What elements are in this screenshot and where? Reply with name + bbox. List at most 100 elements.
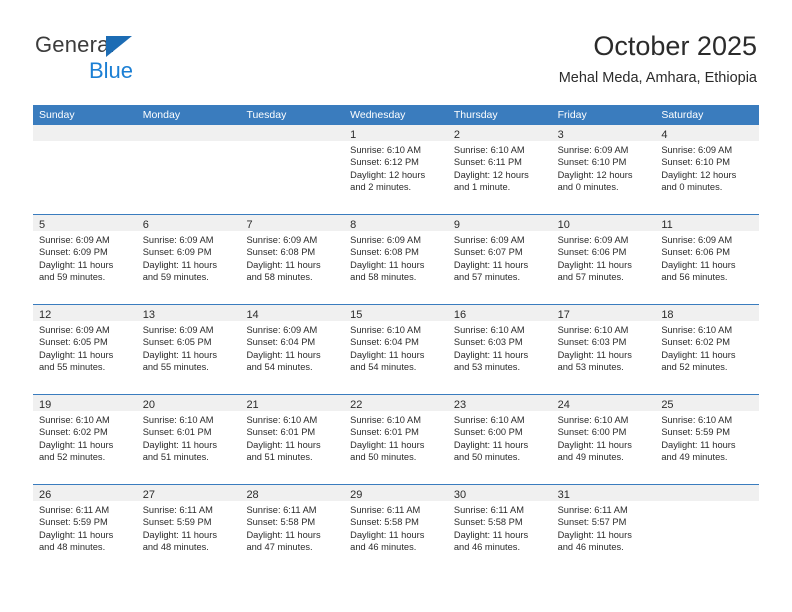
day-number-band: 13 (136, 305, 241, 321)
calendar-weeks: 1 Sunrise: 6:10 AM Sunset: 6:12 PM Daylight… (33, 125, 760, 574)
daylight-text: Daylight: 11 hours (142, 439, 217, 450)
day-number: 30 (453, 489, 467, 501)
day-detail-text: Sunrise: 6:09 AM Sunset: 6:09 PM Daylight:… (33, 231, 137, 284)
day-cell-empty (136, 125, 241, 214)
daylight-text-cont: and 59 minutes. (39, 272, 106, 283)
day-number-band: 6 (136, 215, 241, 231)
sunrise-text: Sunrise: 6:11 AM (39, 505, 110, 515)
day-detail-text: Sunrise: 6:10 AM Sunset: 6:00 PM Daylight:… (448, 411, 552, 464)
day-detail-text: Sunrise: 6:09 AM Sunset: 6:09 PM Daylight:… (137, 231, 241, 284)
daylight-text: Daylight: 11 hours (557, 439, 632, 450)
day-cell-13[interactable]: 13 Sunrise: 6:09 AM Sunset: 6:05 PM Dayligh… (136, 305, 241, 394)
sunset-text: Sunset: 6:09 PM (142, 247, 212, 258)
day-detail-text: Sunrise: 6:09 AM Sunset: 6:07 PM Daylight:… (448, 231, 552, 284)
day-cell-21[interactable]: 21 Sunrise: 6:10 AM Sunset: 6:01 PM Dayligh… (240, 395, 345, 484)
day-cell-28[interactable]: 28 Sunrise: 6:11 AM Sunset: 5:58 PM Dayligh… (240, 485, 345, 574)
daylight-text-cont: and 46 minutes. (557, 542, 624, 553)
day-number: 28 (246, 489, 259, 501)
daylight-text-cont: and 50 minutes. (350, 452, 417, 463)
day-cell-4[interactable]: 4 Sunrise: 6:09 AM Sunset: 6:10 PM Daylight… (655, 125, 760, 214)
day-cell-27[interactable]: 27 Sunrise: 6:11 AM Sunset: 5:59 PM Dayligh… (136, 485, 241, 574)
daylight-text-cont: and 58 minutes. (246, 272, 313, 283)
weekday-header-wednesday: Wednesday (350, 109, 406, 121)
day-cell-31[interactable]: 31 Sunrise: 6:11 AM Sunset: 5:57 PM Dayligh… (551, 485, 656, 574)
day-cell-16[interactable]: 16 Sunrise: 6:10 AM Sunset: 6:03 PM Dayligh… (447, 305, 552, 394)
day-number-band (240, 125, 345, 141)
day-number: 14 (246, 309, 259, 321)
sunrise-text: Sunrise: 6:10 AM (453, 325, 525, 335)
day-cell-7[interactable]: 7 Sunrise: 6:09 AM Sunset: 6:08 PM Daylight… (240, 215, 345, 304)
day-cell-5[interactable]: 5 Sunrise: 6:09 AM Sunset: 6:09 PM Daylight… (33, 215, 137, 304)
daylight-text-cont: and 50 minutes. (453, 452, 521, 463)
daylight-text-cont: and 46 minutes. (453, 542, 521, 553)
day-cell-15[interactable]: 15 Sunrise: 6:10 AM Sunset: 6:04 PM Dayligh… (344, 305, 448, 394)
day-detail-text: Sunrise: 6:09 AM Sunset: 6:10 PM Daylight:… (552, 141, 656, 194)
day-cell-3[interactable]: 3 Sunrise: 6:09 AM Sunset: 6:10 PM Daylight… (551, 125, 656, 214)
day-detail-text (137, 141, 241, 144)
day-detail-text: Sunrise: 6:10 AM Sunset: 6:04 PM Daylight:… (344, 321, 448, 374)
day-detail-text: Sunrise: 6:11 AM Sunset: 5:58 PM Daylight:… (344, 501, 448, 554)
weekday-header-row: Sunday Monday Tuesday Wednesday Thursday Frid… (33, 105, 759, 125)
sunset-text: Sunset: 6:03 PM (557, 337, 627, 348)
daylight-text: Daylight: 11 hours (246, 529, 321, 540)
day-cell-14[interactable]: 14 Sunrise: 6:09 AM Sunset: 6:04 PM Dayligh… (240, 305, 345, 394)
sunset-text: Sunset: 6:00 PM (453, 427, 523, 438)
daylight-text: Daylight: 11 hours (661, 349, 736, 360)
day-detail-text: Sunrise: 6:09 AM Sunset: 6:08 PM Daylight:… (344, 231, 448, 284)
sunrise-text: Sunrise: 6:09 AM (39, 325, 110, 335)
sunset-text: Sunset: 6:05 PM (142, 337, 212, 348)
weekday-header-sunday: Sunday (39, 109, 75, 121)
day-cell-26[interactable]: 26 Sunrise: 6:11 AM Sunset: 5:59 PM Dayligh… (33, 485, 137, 574)
day-cell-1[interactable]: 1 Sunrise: 6:10 AM Sunset: 6:12 PM Daylight… (344, 125, 448, 214)
day-cell-17[interactable]: 17 Sunrise: 6:10 AM Sunset: 6:03 PM Dayligh… (551, 305, 656, 394)
day-detail-text: Sunrise: 6:09 AM Sunset: 6:10 PM Daylight:… (655, 141, 759, 194)
day-cell-19[interactable]: 19 Sunrise: 6:10 AM Sunset: 6:02 PM Dayligh… (33, 395, 137, 484)
sunset-text: Sunset: 6:06 PM (661, 247, 731, 258)
day-number: 22 (350, 399, 363, 411)
day-cell-29[interactable]: 29 Sunrise: 6:11 AM Sunset: 5:58 PM Dayligh… (344, 485, 448, 574)
day-cell-12[interactable]: 12 Sunrise: 6:09 AM Sunset: 6:05 PM Dayligh… (33, 305, 137, 394)
week-cells: 12 Sunrise: 6:09 AM Sunset: 6:05 PM Dayligh… (33, 305, 760, 394)
day-detail-text: Sunrise: 6:10 AM Sunset: 6:01 PM Daylight:… (137, 411, 241, 464)
day-cell-9[interactable]: 9 Sunrise: 6:09 AM Sunset: 6:07 PM Daylight… (447, 215, 552, 304)
day-cell-2[interactable]: 2 Sunrise: 6:10 AM Sunset: 6:11 PM Daylight… (447, 125, 552, 214)
day-detail-text: Sunrise: 6:09 AM Sunset: 6:06 PM Daylight:… (552, 231, 656, 284)
day-cell-11[interactable]: 11 Sunrise: 6:09 AM Sunset: 6:06 PM Dayligh… (655, 215, 760, 304)
day-cell-24[interactable]: 24 Sunrise: 6:10 AM Sunset: 6:00 PM Dayligh… (551, 395, 656, 484)
day-cell-18[interactable]: 18 Sunrise: 6:10 AM Sunset: 6:02 PM Dayligh… (655, 305, 760, 394)
day-cell-10[interactable]: 10 Sunrise: 6:09 AM Sunset: 6:06 PM Dayligh… (551, 215, 656, 304)
daylight-text-cont: and 57 minutes. (557, 272, 624, 283)
general-blue-logo[interactable]: General Blue (35, 32, 235, 88)
day-cell-6[interactable]: 6 Sunrise: 6:09 AM Sunset: 6:09 PM Daylight… (136, 215, 241, 304)
sunset-text: Sunset: 6:01 PM (350, 427, 419, 438)
day-cell-30[interactable]: 30 Sunrise: 6:11 AM Sunset: 5:58 PM Dayligh… (447, 485, 552, 574)
day-number-band (655, 485, 760, 501)
sunset-text: Sunset: 5:59 PM (39, 517, 108, 528)
day-number-band: 9 (447, 215, 552, 231)
daylight-text: Daylight: 11 hours (39, 259, 114, 270)
day-cell-20[interactable]: 20 Sunrise: 6:10 AM Sunset: 6:01 PM Dayligh… (136, 395, 241, 484)
daylight-text: Daylight: 11 hours (350, 349, 425, 360)
day-cell-22[interactable]: 22 Sunrise: 6:10 AM Sunset: 6:01 PM Dayligh… (344, 395, 448, 484)
day-cell-8[interactable]: 8 Sunrise: 6:09 AM Sunset: 6:08 PM Daylight… (344, 215, 448, 304)
sunset-text: Sunset: 6:02 PM (39, 427, 108, 438)
day-number: 7 (246, 219, 253, 231)
daylight-text: Daylight: 11 hours (557, 349, 632, 360)
sunrise-text: Sunrise: 6:09 AM (142, 325, 214, 335)
day-number-band: 23 (447, 395, 552, 411)
daylight-text: Daylight: 11 hours (39, 439, 114, 450)
daylight-text-cont: and 49 minutes. (661, 452, 728, 463)
day-cell-23[interactable]: 23 Sunrise: 6:10 AM Sunset: 6:00 PM Dayligh… (447, 395, 552, 484)
sunrise-text: Sunrise: 6:10 AM (246, 415, 318, 425)
daylight-text-cont: and 52 minutes. (661, 362, 728, 373)
day-detail-text: Sunrise: 6:11 AM Sunset: 5:59 PM Daylight:… (33, 501, 137, 554)
sunset-text: Sunset: 5:58 PM (246, 517, 316, 528)
daylight-text-cont: and 55 minutes. (142, 362, 209, 373)
daylight-text: Daylight: 11 hours (350, 259, 425, 270)
day-number-band: 29 (344, 485, 448, 501)
sunrise-text: Sunrise: 6:11 AM (350, 505, 421, 515)
day-cell-25[interactable]: 25 Sunrise: 6:10 AM Sunset: 5:59 PM Dayligh… (655, 395, 760, 484)
daylight-text: Daylight: 12 hours (350, 169, 426, 180)
day-number-band: 5 (33, 215, 137, 231)
daylight-text: Daylight: 11 hours (557, 259, 632, 270)
